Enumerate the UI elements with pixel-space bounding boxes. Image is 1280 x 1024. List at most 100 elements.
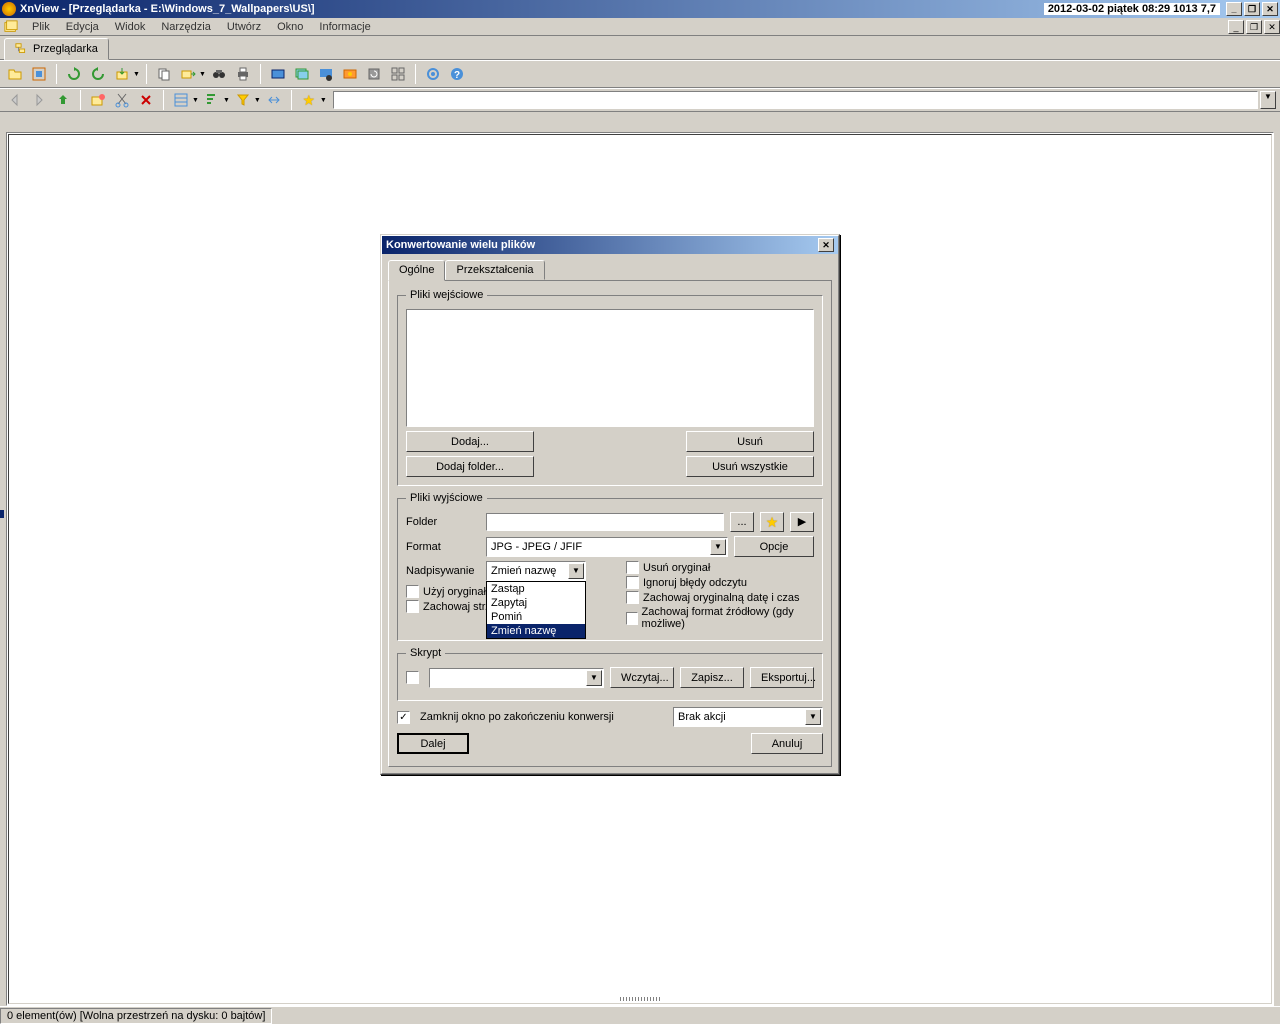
scanner-icon[interactable] bbox=[267, 63, 289, 85]
favorite-icon[interactable]: ★ bbox=[298, 89, 320, 111]
convert-dialog: Konwertowanie wielu plików ✕ Ogólne Prze… bbox=[380, 234, 840, 775]
maximize-button[interactable]: ❐ bbox=[1244, 2, 1260, 16]
keep-date-checkbox[interactable]: Zachowaj oryginalną datę i czas bbox=[626, 591, 814, 604]
close-button[interactable]: ✕ bbox=[1262, 2, 1278, 16]
mdi-minimize-button[interactable]: _ bbox=[1228, 20, 1244, 34]
close-after-label: Zamknij okno po zakończeniu konwersji bbox=[420, 711, 667, 723]
script-save-button[interactable]: Zapisz... bbox=[680, 667, 744, 688]
cut-icon[interactable] bbox=[111, 89, 133, 111]
titlebar-datetime: 2012-03-02 piątek 08:29 1013 7,7 bbox=[1044, 3, 1220, 15]
minimize-button[interactable]: _ bbox=[1226, 2, 1242, 16]
folder-tree-icon bbox=[15, 42, 29, 56]
chevron-down-icon: ▼ bbox=[710, 539, 726, 555]
script-load-button[interactable]: Wczytaj... bbox=[610, 667, 674, 688]
dialog-titlebar: Konwertowanie wielu plików ✕ bbox=[382, 236, 838, 254]
app-icon bbox=[2, 2, 16, 16]
overwrite-value: Zmień nazwę bbox=[491, 565, 556, 577]
cancel-button[interactable]: Anuluj bbox=[751, 733, 823, 754]
menu-plik[interactable]: Plik bbox=[24, 19, 58, 35]
folder-input[interactable] bbox=[486, 513, 724, 531]
help-icon[interactable]: ? bbox=[446, 63, 468, 85]
script-select[interactable]: ▼ bbox=[429, 668, 604, 688]
add-folder-button[interactable]: Dodaj folder... bbox=[406, 456, 534, 477]
next-folder-button[interactable]: ▶ bbox=[790, 512, 814, 532]
new-folder-icon[interactable] bbox=[87, 89, 109, 111]
menu-utworz[interactable]: Utwórz bbox=[219, 19, 269, 35]
main-titlebar: XnView - [Przeglądarka - E:\Windows_7_Wa… bbox=[0, 0, 1280, 18]
left-panel-handle[interactable] bbox=[0, 510, 4, 518]
binoculars-icon[interactable] bbox=[208, 63, 230, 85]
print-icon[interactable] bbox=[232, 63, 254, 85]
import-icon[interactable] bbox=[111, 63, 133, 85]
up-icon[interactable] bbox=[52, 89, 74, 111]
tab-ogolne[interactable]: Ogólne bbox=[388, 260, 445, 281]
view-mode-icon[interactable] bbox=[170, 89, 192, 111]
open-icon[interactable] bbox=[4, 63, 26, 85]
dialog-title: Konwertowanie wielu plików bbox=[386, 239, 816, 251]
jpeg-rotate-icon[interactable] bbox=[363, 63, 385, 85]
ignore-errors-checkbox[interactable]: Ignoruj błędy odczytu bbox=[626, 576, 814, 589]
chevron-down-icon: ▼ bbox=[586, 670, 602, 686]
menu-okno[interactable]: Okno bbox=[269, 19, 311, 35]
browse-button[interactable]: ... bbox=[730, 512, 754, 532]
close-after-checkbox[interactable]: ✓ bbox=[397, 711, 410, 724]
after-action-select[interactable]: Brak akcji ▼ bbox=[673, 707, 823, 727]
address-input[interactable] bbox=[333, 91, 1258, 109]
document-tabbar: Przeglądarka bbox=[0, 36, 1280, 60]
go-button[interactable]: Dalej bbox=[397, 733, 469, 754]
capture-icon[interactable] bbox=[315, 63, 337, 85]
move-to-icon[interactable] bbox=[177, 63, 199, 85]
input-files-legend: Pliki wejściowe bbox=[406, 289, 487, 301]
remove-all-button[interactable]: Usuń wszystkie bbox=[686, 456, 814, 477]
splitter-grip[interactable] bbox=[620, 997, 660, 1001]
address-dropdown-button[interactable]: ▼ bbox=[1260, 91, 1276, 109]
delete-icon[interactable] bbox=[135, 89, 157, 111]
add-button[interactable]: Dodaj... bbox=[406, 431, 534, 452]
menu-edycja[interactable]: Edycja bbox=[58, 19, 107, 35]
mdi-close-button[interactable]: ✕ bbox=[1264, 20, 1280, 34]
script-enable-checkbox[interactable] bbox=[406, 671, 419, 684]
tab-przeksztalcenia[interactable]: Przekształcenia bbox=[445, 260, 544, 280]
forward-icon[interactable] bbox=[28, 89, 50, 111]
back-icon[interactable] bbox=[4, 89, 26, 111]
mdi-restore-button[interactable]: ❐ bbox=[1246, 20, 1262, 34]
tab-label: Przeglądarka bbox=[33, 43, 98, 55]
dropdown-item-zapytaj[interactable]: Zapytaj bbox=[487, 596, 585, 610]
dialog-close-button[interactable]: ✕ bbox=[818, 238, 834, 252]
compare-icon[interactable] bbox=[263, 89, 285, 111]
sort-icon[interactable] bbox=[201, 89, 223, 111]
chevron-down-icon: ▼ bbox=[568, 563, 584, 579]
refresh-ccw-icon[interactable] bbox=[87, 63, 109, 85]
filter-icon[interactable] bbox=[232, 89, 254, 111]
refresh-cw-icon[interactable] bbox=[63, 63, 85, 85]
keep-format-checkbox[interactable]: Zachowaj format źródłowy (gdy możliwe) bbox=[626, 606, 814, 630]
copy-icon[interactable] bbox=[153, 63, 175, 85]
menu-informacje[interactable]: Informacje bbox=[311, 19, 378, 35]
remove-button[interactable]: Usuń bbox=[686, 431, 814, 452]
dropdown-item-pomin[interactable]: Pomiń bbox=[487, 610, 585, 624]
grid-icon[interactable] bbox=[387, 63, 409, 85]
main-toolbar: ▼ ▼ ? bbox=[0, 60, 1280, 88]
slideshow-icon[interactable] bbox=[291, 63, 313, 85]
status-text: 0 element(ów) [Wolna przestrzeń na dysku… bbox=[0, 1008, 272, 1024]
format-select[interactable]: JPG - JPEG / JFIF ▼ bbox=[486, 537, 728, 557]
fit-window-icon[interactable] bbox=[28, 63, 50, 85]
format-options-button[interactable]: Opcje bbox=[734, 536, 814, 557]
tab-przegladarka[interactable]: Przeglądarka bbox=[4, 38, 109, 60]
gear-icon[interactable] bbox=[422, 63, 444, 85]
dropdown-item-zastap[interactable]: Zastąp bbox=[487, 582, 585, 596]
menu-widok[interactable]: Widok bbox=[107, 19, 154, 35]
output-files-group: Pliki wyjściowe Folder ... ★ ▶ Format JP… bbox=[397, 492, 823, 641]
format-value: JPG - JPEG / JFIF bbox=[491, 541, 582, 553]
dropdown-item-zmien-nazwe[interactable]: Zmień nazwę bbox=[487, 624, 585, 638]
svg-text:?: ? bbox=[454, 70, 460, 81]
output-files-legend: Pliki wyjściowe bbox=[406, 492, 487, 504]
overwrite-select[interactable]: Zmień nazwę ▼ bbox=[486, 561, 586, 581]
convert-icon[interactable] bbox=[339, 63, 361, 85]
menu-narzedzia[interactable]: Narzędzia bbox=[153, 19, 219, 35]
delete-original-checkbox[interactable]: Usuń oryginał bbox=[626, 561, 814, 574]
file-list[interactable] bbox=[406, 309, 814, 427]
chevron-down-icon: ▼ bbox=[805, 709, 821, 725]
script-export-button[interactable]: Eksportuj... bbox=[750, 667, 814, 688]
favorite-folder-button[interactable]: ★ bbox=[760, 512, 784, 532]
